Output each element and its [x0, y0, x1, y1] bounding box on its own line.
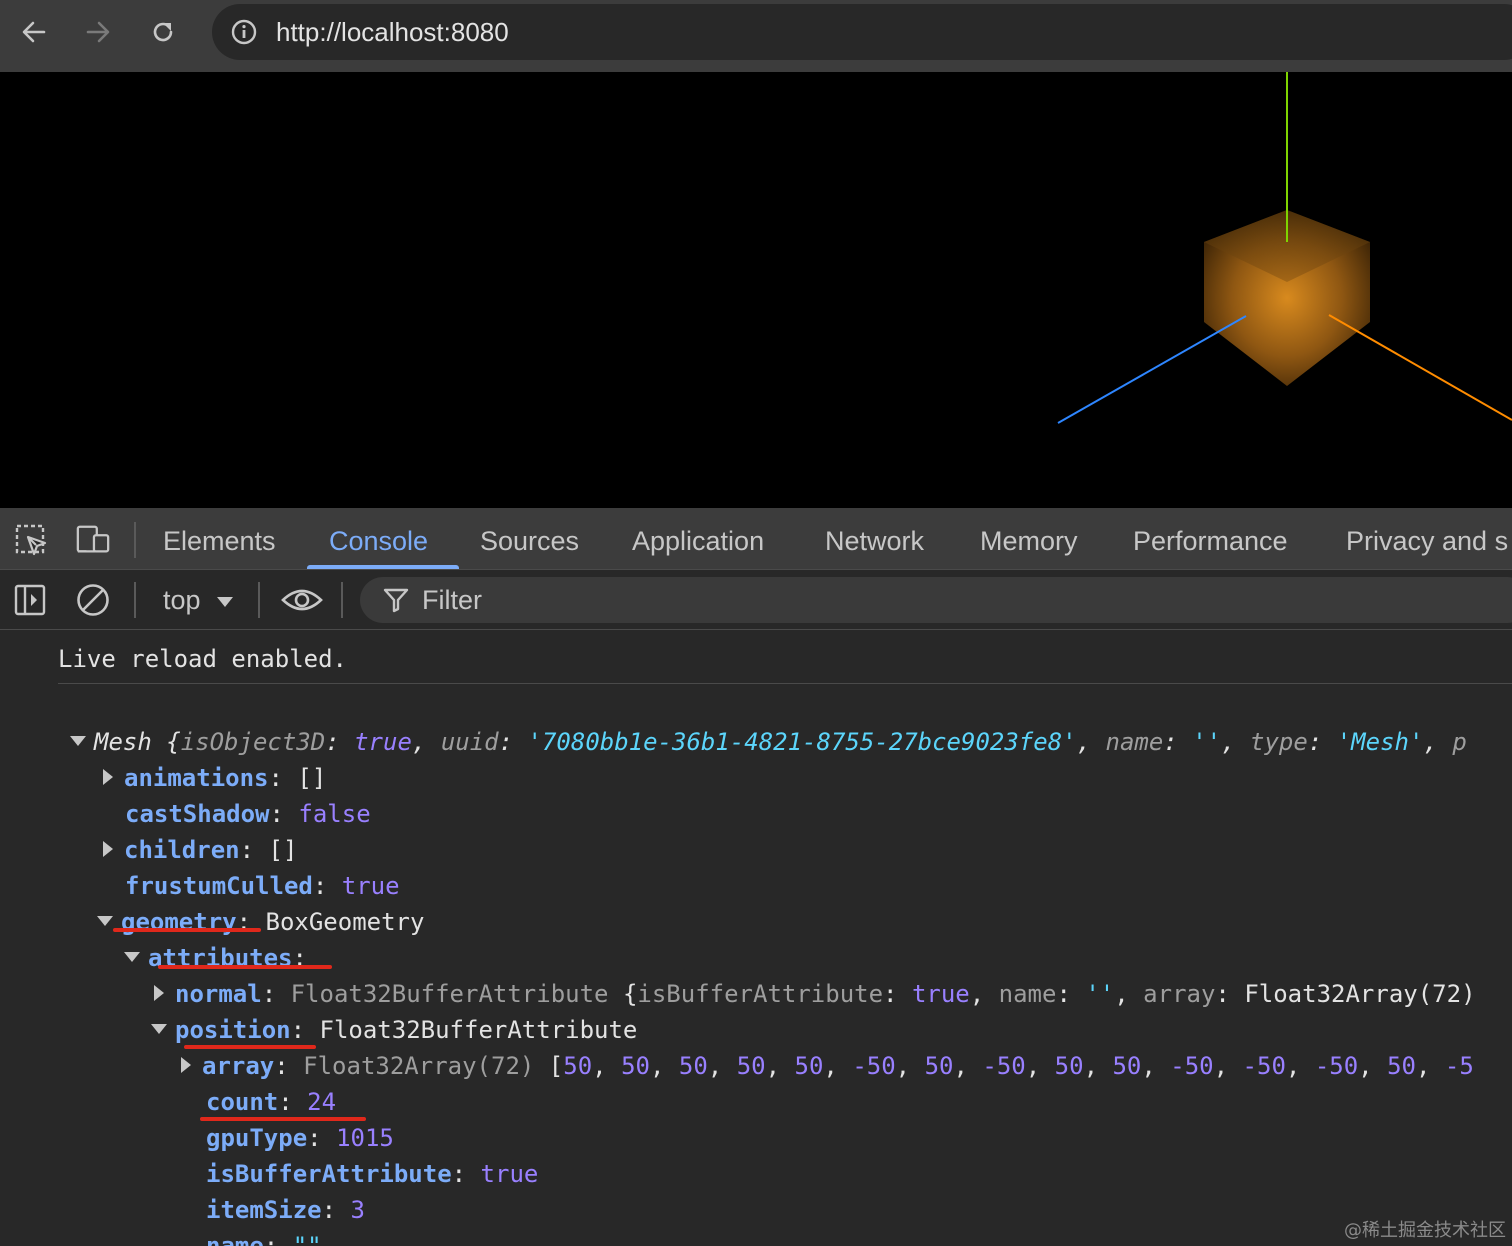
annotation-underline-position	[184, 1045, 316, 1049]
site-info-icon	[231, 19, 257, 45]
array-value: 50	[678, 1052, 708, 1080]
array-value: -50	[852, 1052, 896, 1080]
tab-privacy-and-security[interactable]: Privacy and s	[1346, 526, 1508, 557]
tab-performance[interactable]: Performance	[1133, 526, 1288, 557]
url-text[interactable]: http://localhost:8080	[276, 17, 509, 48]
tab-network[interactable]: Network	[825, 526, 924, 557]
site-info-button[interactable]	[228, 16, 260, 48]
expand-triangle-icon[interactable]	[70, 736, 86, 746]
x-axis-line	[1328, 314, 1512, 421]
expand-triangle-icon[interactable]	[181, 1057, 191, 1073]
clear-console-button[interactable]	[75, 582, 111, 618]
array-value: -50	[1170, 1052, 1214, 1080]
prop-animations[interactable]: animations: []	[100, 761, 326, 795]
forward-icon	[86, 21, 110, 43]
array-value: 50	[621, 1052, 650, 1080]
array-value: 50	[924, 1052, 954, 1080]
device-toolbar-button[interactable]	[75, 522, 111, 558]
prop-array[interactable]: array: Float32Array(72) [50, 50, 50, 50,…	[178, 1049, 1474, 1083]
message-divider	[58, 683, 1512, 684]
prop-isBufferAttribute: isBufferAttribute: true	[206, 1160, 539, 1188]
prop-position[interactable]: position: Float32BufferAttribute	[151, 1013, 637, 1047]
expand-triangle-icon[interactable]	[103, 769, 113, 785]
dropdown-arrow-icon	[217, 597, 233, 607]
array-value: -5	[1444, 1052, 1474, 1080]
live-expression-eye-icon	[281, 589, 323, 611]
array-value: 50	[1387, 1052, 1416, 1080]
reload-icon	[153, 22, 173, 42]
clear-console-icon	[77, 584, 109, 616]
array-value: -50	[982, 1052, 1026, 1080]
prop-itemSize: itemSize: 3	[206, 1196, 365, 1224]
prop-children[interactable]: children: []	[100, 833, 297, 867]
array-value: -50	[1314, 1052, 1359, 1080]
annotation-underline-attributes	[158, 965, 332, 969]
prop-normal[interactable]: normal: Float32BufferAttribute {isBuffer…	[151, 977, 1476, 1011]
live-expression-button[interactable]	[280, 582, 324, 618]
array-value: 50	[736, 1052, 766, 1080]
address-bar[interactable]: http://localhost:8080	[212, 4, 1512, 60]
mesh-object-row[interactable]: Mesh {isObject3D: true, uuid: '7080bb1e-…	[70, 725, 1467, 759]
prop-attributes[interactable]: attributes:	[124, 941, 307, 975]
filter-icon	[383, 588, 409, 613]
tab-elements[interactable]: Elements	[163, 526, 276, 557]
z-axis-line	[1057, 315, 1247, 424]
array-value: 50	[563, 1052, 593, 1080]
console-output: Live reload enabled. Mesh {isObject3D: t…	[0, 631, 1512, 1246]
expand-triangle-icon[interactable]	[124, 952, 140, 962]
back-button[interactable]	[14, 12, 54, 52]
active-tab-indicator	[307, 565, 459, 569]
array-value: 50	[1054, 1052, 1084, 1080]
tab-memory[interactable]: Memory	[980, 526, 1078, 557]
prop-castShadow: castShadow: false	[125, 800, 371, 828]
array-values: 50, 50, 50, 50, 50, -50, 50, -50, 50, 50…	[563, 1052, 1474, 1080]
annotation-underline-count	[200, 1117, 366, 1121]
tab-sources[interactable]: Sources	[480, 526, 579, 557]
expand-triangle-icon[interactable]	[97, 916, 113, 926]
console-message: Live reload enabled.	[58, 645, 347, 673]
toolbar-divider	[258, 582, 260, 618]
back-icon	[22, 21, 46, 43]
watermark-text: @稀土掘金技术社区	[1344, 1220, 1506, 1241]
prop-gpuType: gpuType: 1015	[206, 1124, 394, 1152]
browser-toolbar: http://localhost:8080	[0, 0, 1512, 72]
array-value: -50	[1242, 1052, 1286, 1080]
prop-count: count: 24	[206, 1088, 337, 1116]
reload-button[interactable]	[143, 12, 183, 52]
expand-triangle-icon[interactable]	[103, 841, 113, 857]
filter-placeholder: Filter	[422, 585, 482, 615]
tab-application[interactable]: Application	[632, 526, 764, 557]
prop-frustumCulled: frustumCulled: true	[125, 872, 400, 900]
tab-console[interactable]: Console	[329, 526, 428, 557]
prop-name: name: ""	[206, 1232, 322, 1246]
console-toolbar: top Filter	[0, 571, 1512, 630]
prop-geometry[interactable]: geometry: BoxGeometry	[97, 905, 424, 939]
inspect-element-button[interactable]	[13, 522, 49, 558]
device-toolbar-icon	[76, 525, 110, 553]
devtools-tab-strip: Elements Console Sources Application Net…	[0, 508, 1512, 570]
array-value: 50	[1112, 1052, 1142, 1080]
sidebar-toggle-button[interactable]	[12, 582, 48, 618]
three-scene	[1057, 72, 1512, 424]
expand-triangle-icon[interactable]	[154, 985, 164, 1001]
annotation-underline-geometry	[113, 928, 261, 932]
forward-button[interactable]	[78, 12, 118, 52]
webgl-canvas[interactable]	[0, 72, 1512, 508]
sidebar-toggle-icon	[14, 584, 46, 616]
filter-input[interactable]: Filter	[360, 577, 1512, 623]
toolbar-divider	[341, 582, 343, 618]
expand-triangle-icon[interactable]	[151, 1024, 167, 1034]
inspect-element-icon	[15, 524, 47, 556]
toolbar-divider	[134, 522, 136, 558]
context-label[interactable]: top	[163, 585, 201, 616]
array-value: 50	[794, 1052, 824, 1080]
toolbar-divider	[134, 582, 136, 618]
